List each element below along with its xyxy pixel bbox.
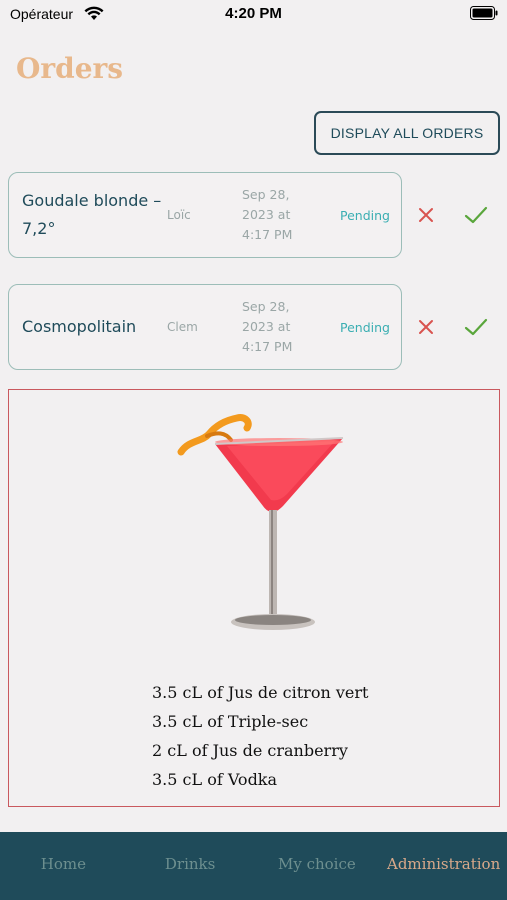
ingredient-list: 3.5 cL of Jus de citron vert 3.5 cL of T… [152, 678, 368, 794]
ingredient-item: 3.5 cL of Vodka [152, 770, 278, 789]
tab-home[interactable]: Home [0, 832, 127, 900]
order-date: Sep 28, 2023 at 4:17 PM [242, 299, 293, 354]
order-status: Pending [340, 320, 390, 335]
reject-order-icon[interactable] [415, 204, 437, 226]
cocktail-glass-image [177, 414, 344, 630]
page-title: Orders [16, 52, 124, 85]
ingredient-item: 3.5 cL of Triple-sec [152, 712, 309, 731]
display-all-orders-button[interactable]: DISPLAY ALL ORDERS [314, 111, 500, 155]
order-card[interactable]: Goudale blonde – 7,2° Loïc Sep 28, 2023 … [8, 172, 402, 258]
ingredient-item: 3.5 cL of Jus de citron vert [152, 683, 369, 702]
tab-administration[interactable]: Administration [380, 832, 507, 900]
order-card[interactable]: Cosmopolitain Clem Sep 28, 2023 at 4:17 … [8, 284, 402, 370]
tab-my-choice[interactable]: My choice [254, 832, 381, 900]
order-status: Pending [340, 208, 390, 223]
drink-detail-panel: 3.5 cL of Jus de citron vert 3.5 cL of T… [8, 389, 500, 807]
order-date: Sep 28, 2023 at 4:17 PM [242, 187, 293, 242]
status-bar: Opérateur 4:20 PM [0, 0, 507, 30]
tab-drinks[interactable]: Drinks [127, 832, 254, 900]
reject-order-icon[interactable] [415, 316, 437, 338]
accept-order-icon[interactable] [463, 316, 489, 338]
clock: 4:20 PM [225, 5, 282, 22]
order-user: Loïc [167, 208, 191, 222]
accept-order-icon[interactable] [463, 204, 489, 226]
order-user: Clem [167, 320, 198, 334]
order-drink-name: Goudale blonde – 7,2° [22, 191, 162, 238]
order-drink-name: Cosmopolitain [22, 317, 137, 336]
battery-icon [470, 6, 498, 20]
ingredient-item: 2 cL of Jus de cranberry [152, 741, 348, 760]
tab-bar: Home Drinks My choice Administration [0, 832, 507, 900]
